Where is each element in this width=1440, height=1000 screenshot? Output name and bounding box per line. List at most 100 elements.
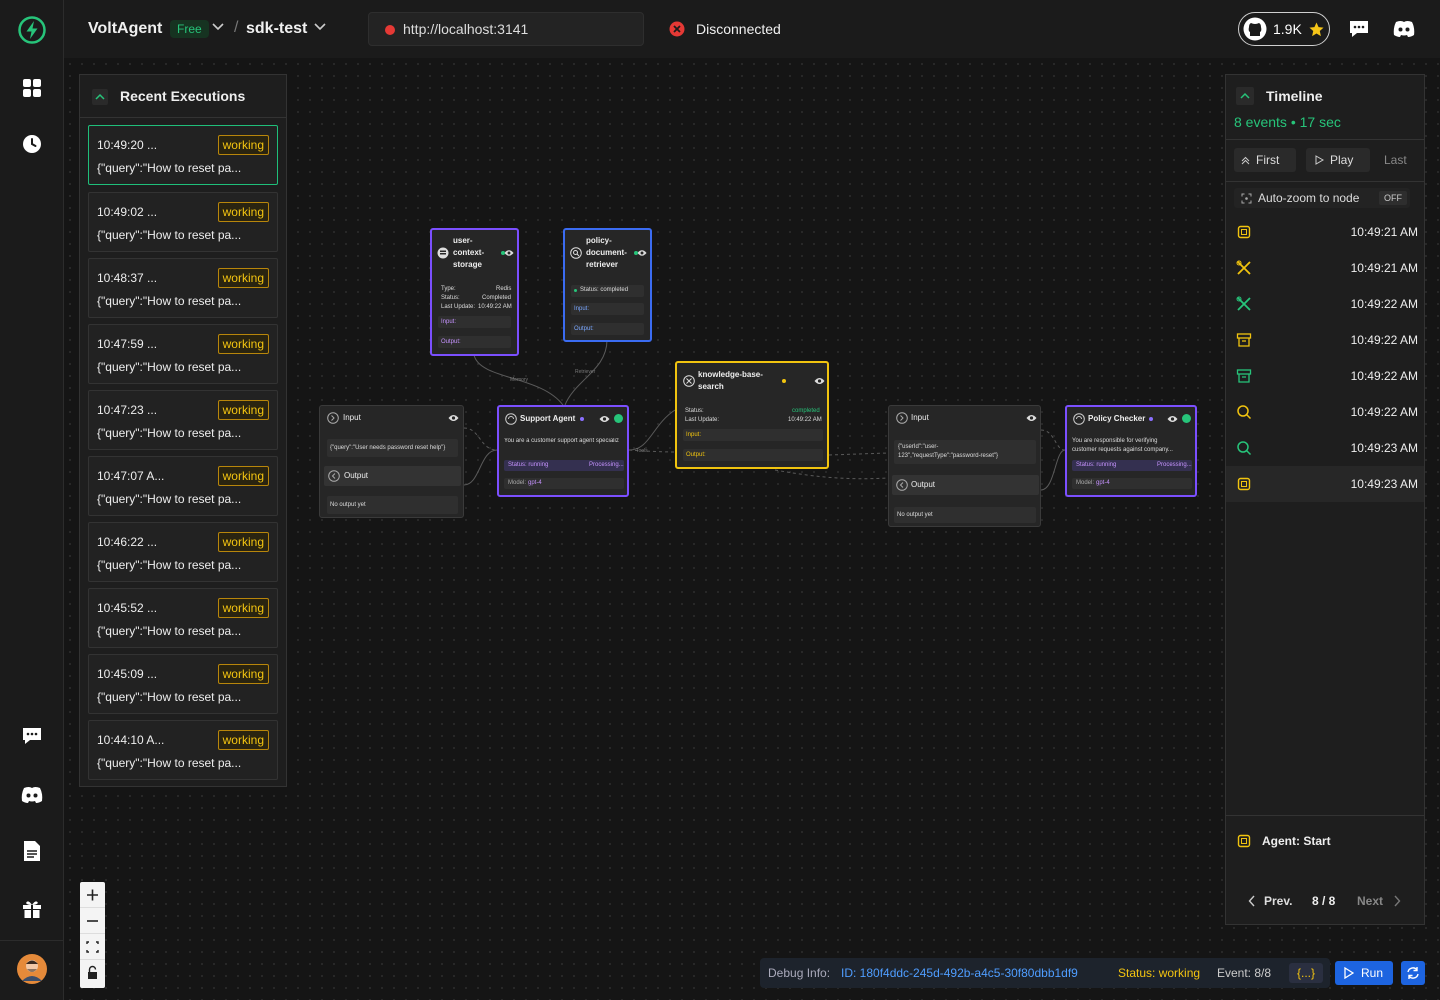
execution-time: 10:45:09 ...: [97, 667, 158, 681]
output-value-box: No output yet: [894, 507, 1036, 523]
subagent-input-node[interactable]: Input {"userId":"user- 123","requestType…: [888, 405, 1041, 527]
eye-icon[interactable]: [504, 249, 514, 257]
memory-node-title-3: storage: [453, 260, 482, 269]
tools-icon: [1236, 260, 1252, 276]
agent-icon: [1073, 413, 1085, 425]
timeline-event[interactable]: 10:49:21 AM: [1226, 250, 1424, 286]
event-time: 10:49:23 AM: [1350, 477, 1418, 491]
tool-title-2: search: [698, 382, 724, 391]
retriever-input-row[interactable]: Input:: [571, 303, 644, 315]
tools-icon: [683, 375, 695, 387]
status-value: Completed: [482, 295, 512, 301]
timeline-event[interactable]: 10:49:21 AM: [1226, 214, 1424, 250]
input-node[interactable]: Input {"query":"User needs password rese…: [319, 405, 464, 518]
eye-icon[interactable]: [1026, 414, 1037, 422]
last-update-label: Last Update:: [441, 304, 476, 310]
recent-executions-title: Recent Executions: [120, 88, 246, 104]
event-time: 10:49:23 AM: [1350, 441, 1418, 455]
eye-icon[interactable]: [1167, 415, 1178, 423]
status-badge: working: [217, 664, 269, 684]
execution-item[interactable]: 10:44:10 A... working {"query":"How to r…: [88, 720, 278, 780]
tool-input-row[interactable]: Input:: [683, 429, 823, 441]
execution-item[interactable]: 10:45:09 ... working {"query":"How to re…: [88, 654, 278, 714]
execution-query: {"query":"How to reset pa...: [97, 360, 242, 374]
retriever-title-3: retriever: [586, 260, 619, 269]
agent-model-row: Model: gpt-4: [1072, 478, 1192, 489]
tool-title-1: knowledge-base-: [698, 370, 763, 379]
focus-icon: [1241, 193, 1252, 204]
lock-button[interactable]: [80, 960, 105, 986]
status-badge: working: [217, 268, 269, 288]
execution-query: {"query":"How to reset pa...: [97, 624, 242, 638]
execution-time: 10:47:07 A...: [97, 469, 165, 483]
status-dot: [634, 251, 638, 255]
timeline-event[interactable]: 10:49:22 AM: [1226, 286, 1424, 322]
search-icon: [1236, 404, 1252, 420]
fit-view-button[interactable]: [80, 934, 105, 960]
eye-icon[interactable]: [599, 415, 610, 423]
policy-checker-node[interactable]: Policy Checker You are responsible for v…: [1065, 405, 1197, 497]
execution-item[interactable]: 10:47:07 A... working {"query":"How to r…: [88, 456, 278, 516]
debug-event: Event: 8/8: [1217, 966, 1272, 980]
run-button[interactable]: Run: [1335, 961, 1393, 985]
retriever-node[interactable]: policy- document- retriever Status: comp…: [563, 228, 652, 342]
execution-time: 10:47:23 ...: [97, 403, 158, 417]
auto-zoom-toggle[interactable]: Auto-zoom to node OFF: [1234, 188, 1410, 208]
collapse-chevron-up-icon[interactable]: [92, 89, 108, 105]
timeline-event[interactable]: 10:49:22 AM: [1226, 394, 1424, 430]
agent-description: You are a customer support agent special…: [504, 438, 619, 444]
eye-icon[interactable]: [448, 414, 459, 422]
memory-input-row[interactable]: Input:: [438, 316, 511, 328]
output-header: Output: [324, 466, 461, 486]
status-dot: [782, 379, 786, 383]
tools-icon: [1236, 296, 1252, 312]
refresh-button[interactable]: [1401, 961, 1425, 985]
timeline-event[interactable]: 10:49:23 AM: [1226, 430, 1424, 466]
timeline-event[interactable]: 10:49:22 AM: [1226, 322, 1424, 358]
eye-icon[interactable]: [637, 249, 647, 257]
execution-time: 10:46:22 ...: [97, 535, 158, 549]
memory-node[interactable]: user- context- storage Type: Redis Statu…: [430, 228, 519, 356]
status-badge: working: [217, 400, 269, 420]
last-button[interactable]: Last: [1376, 148, 1420, 172]
timeline-title: Timeline: [1266, 88, 1323, 104]
collapse-chevron-up-icon[interactable]: [1236, 87, 1254, 105]
chevron-left-icon[interactable]: [1248, 895, 1256, 907]
debug-label: Debug Info:: [768, 966, 831, 980]
agent-processing: Processing...: [1157, 462, 1192, 468]
memory-output-row[interactable]: Output:: [438, 336, 511, 348]
memory-node-title-1: user-: [453, 236, 473, 245]
first-button[interactable]: First: [1234, 148, 1296, 172]
execution-item[interactable]: 10:46:22 ... working {"query":"How to re…: [88, 522, 278, 582]
model-value: gpt-4: [1096, 480, 1110, 486]
input-arrow-icon: [327, 412, 339, 424]
input-arrow-icon: [896, 412, 908, 424]
execution-item[interactable]: 10:49:20 ... working {"query":"How to re…: [88, 125, 278, 185]
chevron-right-icon[interactable]: [1393, 895, 1401, 907]
status-badge: working: [217, 334, 269, 354]
zoom-in-button[interactable]: [80, 882, 105, 908]
timeline-event-selected[interactable]: 10:49:23 AM: [1226, 466, 1424, 502]
debug-id[interactable]: ID: 180f4ddc-245d-492b-a4c5-30f80dbb1df9: [841, 966, 1078, 980]
active-indicator-icon: [1182, 414, 1191, 423]
support-agent-node[interactable]: Support Agent You are a customer support…: [497, 405, 629, 497]
execution-item[interactable]: 10:47:23 ... working {"query":"How to re…: [88, 390, 278, 450]
json-toggle-button[interactable]: {...}: [1289, 963, 1324, 983]
execution-item[interactable]: 10:47:59 ... working {"query":"How to re…: [88, 324, 278, 384]
play-button[interactable]: Play: [1306, 148, 1370, 172]
tool-output-row[interactable]: Output:: [683, 449, 823, 461]
event-time: 10:49:22 AM: [1350, 333, 1418, 347]
prev-button[interactable]: Prev.: [1264, 894, 1292, 908]
event-time: 10:49:22 AM: [1350, 369, 1418, 383]
retriever-output-row[interactable]: Output:: [571, 323, 644, 335]
tool-node[interactable]: knowledge-base- search Status: completed…: [675, 361, 829, 469]
execution-item[interactable]: 10:48:37 ... working {"query":"How to re…: [88, 258, 278, 318]
execution-item[interactable]: 10:45:52 ... working {"query":"How to re…: [88, 588, 278, 648]
timeline-event[interactable]: 10:49:22 AM: [1226, 358, 1424, 394]
tools-edge-label: Tools: [636, 448, 648, 454]
eye-icon[interactable]: [814, 377, 825, 385]
zoom-out-button[interactable]: [80, 908, 105, 934]
output-value: No output yet: [330, 502, 366, 508]
execution-item[interactable]: 10:49:02 ... working {"query":"How to re…: [88, 192, 278, 252]
next-button[interactable]: Next: [1357, 894, 1383, 908]
